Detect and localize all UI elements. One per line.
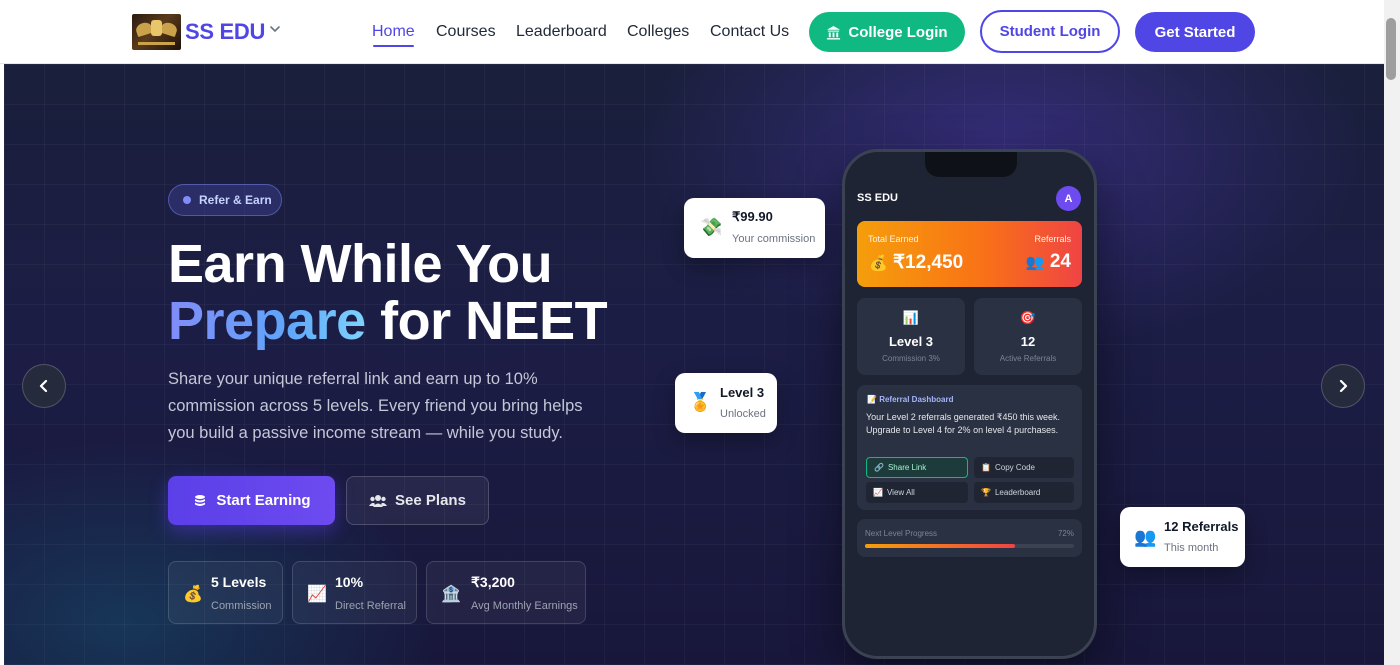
dashboard-icon: 📝 — [867, 395, 877, 404]
scrollbar-thumb[interactable] — [1386, 18, 1396, 80]
badge-dot-icon — [183, 196, 191, 204]
page-scrollbar[interactable] — [1384, 0, 1400, 665]
link-icon: 🔗 — [874, 463, 884, 472]
phone-notch — [925, 152, 1017, 177]
stat-card-levels: 💰 5 Levels Commission — [168, 561, 283, 624]
progress-track — [865, 544, 1074, 548]
progress-percent: 72% — [1057, 529, 1074, 538]
chart-icon: 📈 — [873, 488, 883, 497]
medal-icon: 🏅 — [689, 392, 712, 412]
carousel-prev-button[interactable] — [22, 364, 66, 408]
stat-value: 10% — [335, 574, 364, 590]
tile-value: 12 — [1020, 334, 1036, 349]
dashboard-title: 📝 Referral Dashboard — [867, 395, 954, 404]
money-bag-icon: 💰 — [869, 255, 888, 272]
float-label: This month — [1164, 542, 1219, 554]
student-login-button[interactable]: Student Login — [980, 10, 1120, 53]
chevron-left-icon — [39, 379, 48, 393]
float-value: Level 3 — [720, 385, 765, 400]
float-value: ₹99.90 — [732, 209, 773, 224]
users-icon — [369, 494, 388, 507]
hero-title-rest: for NEET — [380, 291, 608, 351]
start-earning-button[interactable]: Start Earning — [168, 476, 335, 525]
nav-courses[interactable]: Courses — [436, 23, 496, 41]
nav-home[interactable]: Home — [372, 23, 415, 41]
hero-title-line1: Earn While You — [168, 234, 553, 294]
get-started-button[interactable]: Get Started — [1135, 12, 1255, 52]
leaderboard-button[interactable]: 🏆 Leaderboard — [974, 482, 1074, 503]
badge-label: Refer & Earn — [199, 193, 272, 207]
level-tile: 📊 Level 3 Commission 3% — [857, 298, 965, 375]
chart-icon: 📈 — [307, 586, 327, 603]
see-plans-label: See Plans — [395, 492, 466, 509]
stat-label: Direct Referral — [335, 600, 406, 612]
money-bag-icon: 💰 — [183, 586, 203, 603]
people-icon: 👥 — [1134, 527, 1157, 547]
bar-chart-icon: 📊 — [902, 310, 920, 325]
earned-label: Total Earned — [868, 234, 919, 244]
earned-value: 💰 ₹12,450 — [869, 252, 964, 273]
brand-logo[interactable] — [132, 14, 181, 50]
float-label: Unlocked — [720, 408, 766, 420]
nav-contact-us[interactable]: Contact Us — [710, 23, 789, 41]
trophy-icon: 🏆 — [981, 488, 991, 497]
brand-name[interactable]: SS EDU — [185, 19, 265, 45]
college-login-label: College Login — [848, 23, 948, 41]
referrals-label: Referrals — [1034, 234, 1071, 244]
total-earned-card: Total Earned Referrals 💰 ₹12,450 👥 24 — [857, 221, 1082, 287]
get-started-label: Get Started — [1154, 23, 1236, 41]
hero-title-highlight: Prepare — [168, 291, 366, 351]
top-navbar: SS EDU Home Courses Leaderboard Colleges… — [0, 0, 1384, 64]
referral-dashboard-card: 📝 Referral Dashboard Your Level 2 referr… — [857, 385, 1082, 510]
coins-icon — [195, 494, 206, 506]
building-icon — [827, 25, 841, 40]
copy-code-button[interactable]: 📋 Copy Code — [974, 457, 1074, 478]
hero-title: Earn While You Prepare for NEET — [168, 234, 608, 351]
referrals-float-card: 👥 12 Referrals This month — [1120, 507, 1245, 567]
page: SS EDU Home Courses Leaderboard Colleges… — [0, 0, 1400, 665]
tile-value: Level 3 — [888, 334, 934, 349]
referrals-value: 👥 24 — [1025, 251, 1071, 272]
stat-card-earnings: 🏦 ₹3,200 Avg Monthly Earnings — [426, 561, 586, 624]
tile-label: Commission 3% — [882, 354, 940, 363]
target-icon: 🎯 — [1019, 310, 1037, 325]
chevron-right-icon — [1339, 379, 1348, 393]
stat-value: ₹3,200 — [471, 574, 515, 590]
active-referrals-tile: 🎯 12 Active Referrals — [974, 298, 1082, 375]
nav-leaderboard[interactable]: Leaderboard — [516, 23, 607, 41]
dashboard-text: Your Level 2 referrals generated ₹450 th… — [866, 412, 1061, 435]
people-icon: 👥 — [1025, 254, 1045, 271]
progress-fill — [865, 544, 1016, 548]
level-float-card: 🏅 Level 3 Unlocked — [675, 373, 777, 433]
money-icon: 💸 — [700, 217, 723, 237]
refer-earn-badge: Refer & Earn — [168, 184, 282, 216]
clipboard-icon: 📋 — [981, 463, 991, 472]
hero-description: Share your unique referral link and earn… — [168, 370, 583, 442]
stat-card-direct: 📈 10% Direct Referral — [292, 561, 417, 624]
nav-active-indicator — [373, 45, 414, 47]
view-all-button[interactable]: 📈 View All — [866, 482, 968, 503]
nav-colleges[interactable]: Colleges — [627, 23, 689, 41]
phone-brand: SS EDU — [857, 192, 898, 204]
stat-label: Commission — [211, 600, 272, 612]
college-login-button[interactable]: College Login — [809, 12, 965, 52]
bank-icon: 🏦 — [441, 586, 461, 603]
commission-float-card: 💸 ₹99.90 Your commission — [684, 198, 825, 258]
carousel-next-button[interactable] — [1321, 364, 1365, 408]
phone-mockup: SS EDU A Total Earned Referrals 💰 ₹12,45… — [842, 149, 1097, 659]
progress-label: Next Level Progress — [865, 529, 938, 538]
chevron-down-icon[interactable] — [268, 22, 282, 36]
next-level-progress: Next Level Progress 72% — [857, 519, 1082, 557]
stat-value: 5 Levels — [211, 574, 267, 590]
float-label: Your commission — [732, 233, 816, 245]
student-login-label: Student Login — [999, 23, 1101, 40]
avatar: A — [1056, 186, 1081, 211]
start-earning-label: Start Earning — [216, 492, 311, 509]
share-link-button[interactable]: 🔗 Share Link — [866, 457, 968, 478]
tile-label: Active Referrals — [999, 354, 1057, 363]
see-plans-button[interactable]: See Plans — [346, 476, 489, 525]
stat-label: Avg Monthly Earnings — [471, 600, 578, 612]
float-value: 12 Referrals — [1164, 519, 1239, 534]
